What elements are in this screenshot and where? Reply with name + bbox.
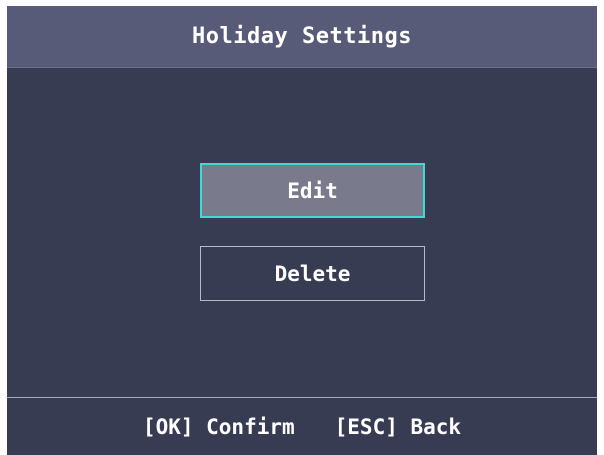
back-hint[interactable]: [ESC] Back <box>335 415 461 439</box>
edit-button[interactable]: Edit <box>200 163 425 218</box>
confirm-hint[interactable]: [OK] Confirm <box>143 415 295 439</box>
device-screen: Holiday Settings Edit Delete [OK] Confir… <box>7 6 597 455</box>
delete-button[interactable]: Delete <box>200 246 425 301</box>
title-bar: Holiday Settings <box>7 6 597 68</box>
page-title: Holiday Settings <box>192 24 412 49</box>
footer-hints: [OK] Confirm [ESC] Back <box>7 398 597 455</box>
